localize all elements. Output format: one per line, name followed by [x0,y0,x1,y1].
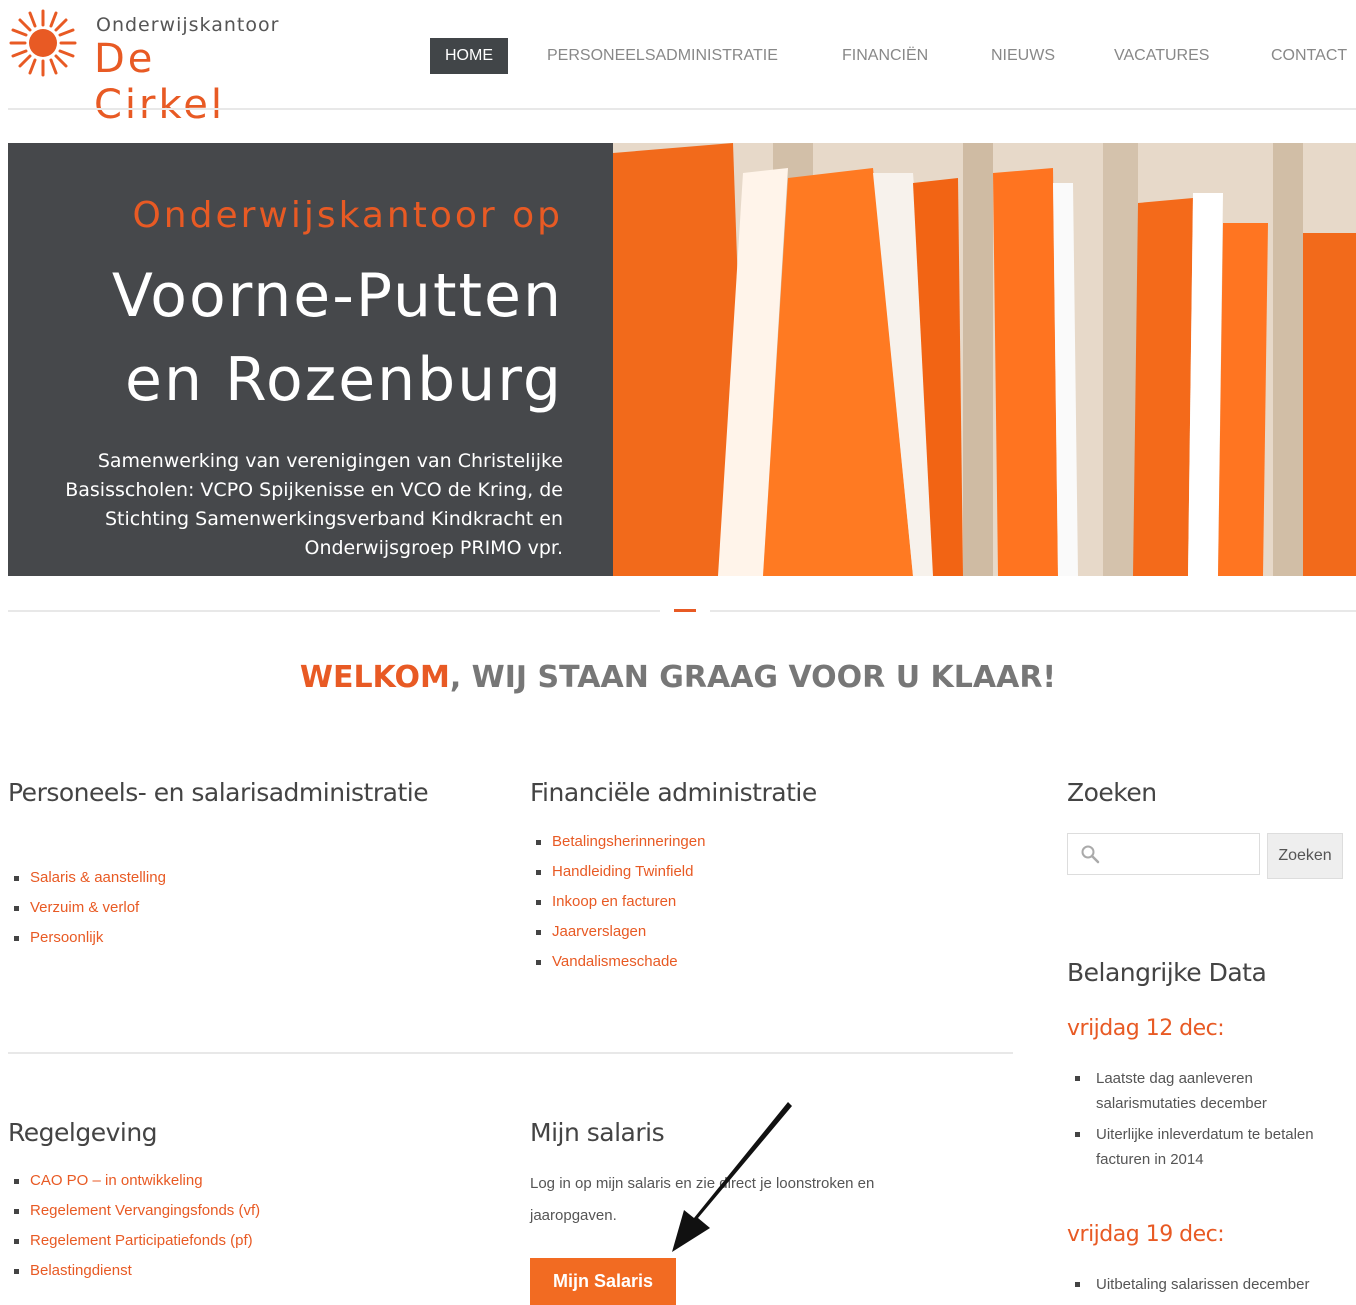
list-item[interactable]: Jaarverslagen [530,922,705,952]
list-item: Uiterlijke inleverdatum te betalen factu… [1070,1122,1356,1172]
logo-title: De Cirkel [94,36,225,128]
nav-vacatures[interactable]: VACATURES [1114,38,1209,74]
divider-accent [674,609,696,612]
list-item[interactable]: Regelement Participatiefonds (pf) [8,1231,260,1261]
hero-description: Samenwerking van verenigingen van Christ… [65,450,563,559]
link-betalingsherinneringen[interactable]: Betalingsherinneringen [552,833,705,850]
header-divider [8,108,1356,110]
list-item[interactable]: Vandalismeschade [530,952,705,982]
welcome-accent: WELKOM [299,660,450,695]
content-divider [8,1052,1013,1054]
link-jaarverslagen[interactable]: Jaarverslagen [552,923,646,940]
link-participatiefonds[interactable]: Regelement Participatiefonds (pf) [30,1232,253,1249]
data-title: Belangrijke Data [1067,958,1267,987]
list-item[interactable]: CAO PO – in ontwikkeling [8,1171,260,1201]
link-salaris-aanstelling[interactable]: Salaris & aanstelling [30,869,166,886]
welcome-heading: WELKOM, WIJ STAAN GRAAG VOOR U KLAAR! [0,660,1356,695]
search-button[interactable]: Zoeken [1267,833,1343,879]
financieel-title: Financiële administratie [530,778,817,807]
mijn-salaris-button[interactable]: Mijn Salaris [530,1258,676,1305]
orange-folders-image [613,143,1356,576]
list-item[interactable]: Inkoop en facturen [530,892,705,922]
link-vervangingsfonds[interactable]: Regelement Vervangingsfonds (vf) [30,1202,260,1219]
hero-title-line1: Voorne-Putten [111,261,563,331]
hero-subtitle: Onderwijskantoor op [132,195,563,236]
link-inkoop-facturen[interactable]: Inkoop en facturen [552,893,676,910]
search-input[interactable] [1067,833,1260,875]
list-item[interactable]: Betalingsherinneringen [530,832,705,862]
welcome-rest: , WIJ STAAN GRAAG VOOR U KLAAR! [449,660,1057,695]
hero-text-panel: Onderwijskantoor op Voorne-Putten en Roz… [8,143,613,576]
link-persoonlijk[interactable]: Persoonlijk [30,929,103,946]
hero-title-line2: en Rozenburg [125,345,563,415]
logo-subtitle: Onderwijskantoor [96,14,280,36]
date-list: Uitbetaling salarissen december [1070,1272,1356,1303]
financieel-links: Betalingsherinneringen Handleiding Twinf… [530,832,705,982]
salaris-title: Mijn salaris [530,1118,665,1147]
list-item[interactable]: Regelement Vervangingsfonds (vf) [8,1201,260,1231]
nav-financien[interactable]: FINANCIËN [842,38,928,74]
search-title: Zoeken [1067,778,1157,807]
site-logo[interactable]: Onderwijskantoor De Cirkel [8,6,288,128]
personeel-links: Salaris & aanstelling Verzuim & verlof P… [8,868,166,958]
list-item: Uitbetaling salarissen december [1070,1272,1356,1297]
list-item[interactable]: Salaris & aanstelling [8,868,166,898]
date-heading: vrijdag 19 dec: [1067,1222,1225,1247]
list-item[interactable]: Belastingdienst [8,1261,260,1291]
link-vandalismeschade[interactable]: Vandalismeschade [552,953,678,970]
list-item[interactable]: Persoonlijk [8,928,166,958]
link-belastingdienst[interactable]: Belastingdienst [30,1262,132,1279]
search-icon [1081,845,1100,864]
nav-contact[interactable]: CONTACT [1271,38,1347,74]
date-heading: vrijdag 12 dec: [1067,1016,1225,1041]
list-item[interactable]: Verzuim & verlof [8,898,166,928]
regelgeving-title: Regelgeving [8,1118,158,1147]
main-nav: HOME PERSONEELSADMINISTRATIE FINANCIËN N… [430,38,1356,74]
personeel-title: Personeels- en salarisadministratie [8,778,429,807]
regelgeving-links: CAO PO – in ontwikkeling Regelement Verv… [8,1171,260,1291]
nav-nieuws[interactable]: NIEUWS [991,38,1055,74]
sun-logo-icon [9,9,77,77]
list-item[interactable]: Handleiding Twinfield [530,862,705,892]
list-item: Laatste dag aanleveren salarismutaties d… [1070,1066,1356,1116]
pointer-arrow-icon [672,1102,792,1252]
link-verzuim-verlof[interactable]: Verzuim & verlof [30,899,139,916]
nav-home[interactable]: HOME [430,38,508,74]
hero-banner: Onderwijskantoor op Voorne-Putten en Roz… [8,143,1356,576]
link-cao-po[interactable]: CAO PO – in ontwikkeling [30,1172,203,1189]
date-list: Laatste dag aanleveren salarismutaties d… [1070,1066,1356,1178]
nav-personeelsadministratie[interactable]: PERSONEELSADMINISTRATIE [547,38,778,74]
link-handleiding-twinfield[interactable]: Handleiding Twinfield [552,863,693,880]
